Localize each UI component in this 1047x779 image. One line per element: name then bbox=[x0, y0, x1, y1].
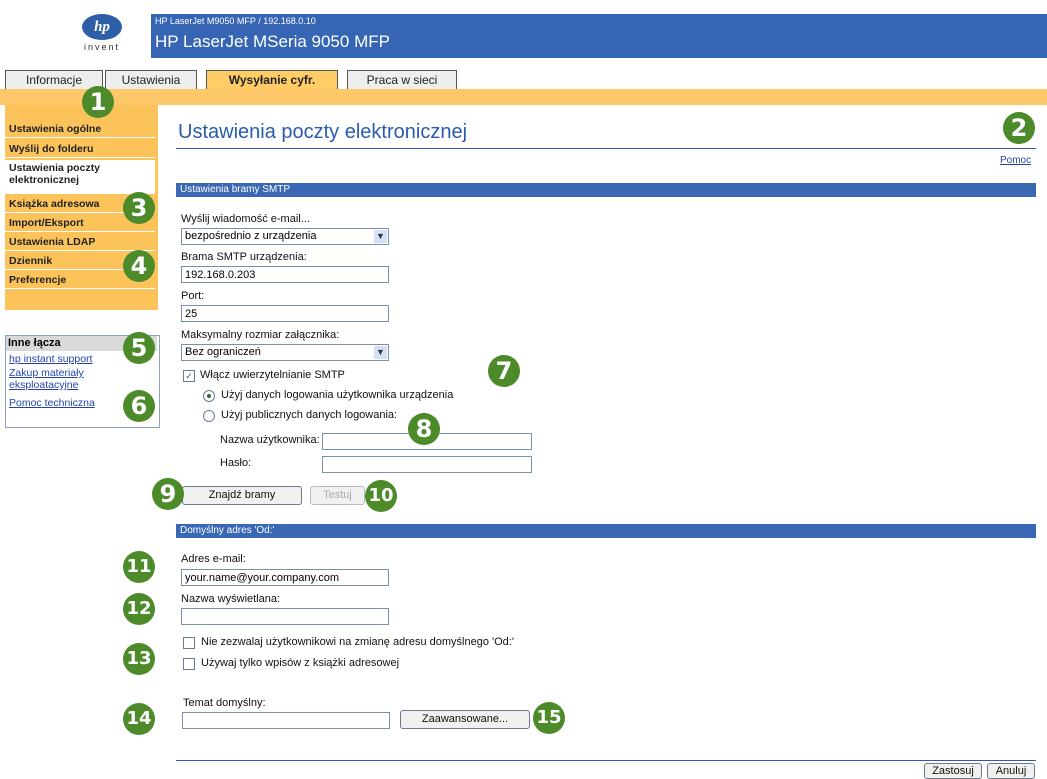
max-attachment-label: Maksymalny rozmiar załącznika: bbox=[181, 329, 340, 341]
port-input[interactable]: 25 bbox=[181, 305, 389, 322]
callout-6: 6 bbox=[123, 390, 155, 422]
from-section-header: Domyślny adres 'Od:' bbox=[176, 524, 1036, 538]
sidebar-item-ustawienia-ogolne[interactable]: Ustawienia ogólne bbox=[5, 121, 155, 138]
enable-smtp-auth-checkbox[interactable]: ✓ bbox=[183, 370, 195, 382]
email-address-label: Adres e-mail: bbox=[181, 553, 246, 565]
callout-13: 13 bbox=[123, 643, 155, 675]
tab-ustawienia[interactable]: Ustawienia bbox=[105, 70, 197, 89]
no-change-from-label: Nie zezwalaj użytkownikowi na zmianę adr… bbox=[201, 636, 514, 648]
only-address-book-label: Używaj tylko wpisów z książki adresowej bbox=[201, 657, 400, 669]
smtp-gateway-input[interactable]: 192.168.0.203 bbox=[181, 266, 389, 283]
callout-3: 3 bbox=[123, 192, 155, 224]
header-bar: HP LaserJet M9050 MFP / 192.168.0.10 HP … bbox=[151, 14, 1047, 58]
help-link[interactable]: Pomoc bbox=[1000, 155, 1031, 166]
chevron-down-icon: ▼ bbox=[374, 346, 387, 359]
display-name-input[interactable] bbox=[181, 608, 389, 625]
callout-2: 2 bbox=[1003, 112, 1035, 144]
link-pomoc-techniczna[interactable]: Pomoc techniczna bbox=[9, 397, 95, 409]
bottom-divider bbox=[176, 760, 1036, 761]
hp-logo-tagline: invent bbox=[83, 42, 121, 52]
sidebar-item-ustawienia-poczty[interactable]: Ustawienia poczty elektronicznej bbox=[5, 160, 155, 194]
hp-logo-mark: hp bbox=[82, 14, 122, 40]
tab-informacje[interactable]: Informacje bbox=[5, 70, 103, 89]
callout-11: 11 bbox=[123, 551, 155, 583]
device-creds-label: Użyj danych logowania użytkownika urządz… bbox=[221, 389, 454, 401]
smtp-section-header: Ustawienia bramy SMTP bbox=[176, 183, 1036, 197]
device-address: HP LaserJet M9050 MFP / 192.168.0.10 bbox=[155, 16, 316, 26]
callout-5: 5 bbox=[123, 332, 155, 364]
sidebar-item-ustawienia-ldap[interactable]: Ustawienia LDAP bbox=[5, 234, 155, 251]
smtp-gateway-label: Brama SMTP urządzenia: bbox=[181, 251, 307, 263]
no-change-from-checkbox[interactable] bbox=[183, 637, 195, 649]
apply-button[interactable]: Zastosuj bbox=[924, 763, 982, 779]
sidebar-item-wyslij-do-folderu[interactable]: Wyślij do folderu bbox=[5, 141, 155, 158]
enable-smtp-auth-label: Włącz uwierzytelnianie SMTP bbox=[200, 369, 345, 381]
device-title: HP LaserJet MSeria 9050 MFP bbox=[155, 32, 390, 51]
max-attachment-value: Bez ograniczeń bbox=[185, 346, 261, 358]
radio-selected-dot bbox=[207, 394, 211, 398]
send-email-label: Wyślij wiadomość e-mail... bbox=[181, 213, 310, 225]
find-gateways-button[interactable]: Znajdź bramy bbox=[182, 486, 302, 505]
page-title: Ustawienia poczty elektronicznej bbox=[178, 121, 468, 143]
port-label: Port: bbox=[181, 290, 205, 302]
default-subject-input[interactable] bbox=[182, 712, 390, 729]
public-creds-radio[interactable] bbox=[203, 410, 215, 422]
public-creds-label: Użyj publicznych danych logowania: bbox=[221, 409, 398, 421]
callout-12: 12 bbox=[123, 593, 155, 625]
chevron-down-icon: ▼ bbox=[374, 230, 387, 243]
tab-praca-w-sieci[interactable]: Praca w sieci bbox=[347, 70, 457, 89]
device-creds-radio[interactable] bbox=[203, 390, 215, 402]
link-hp-instant-support[interactable]: hp instant support bbox=[9, 353, 92, 365]
display-name-label: Nazwa wyświetlana: bbox=[181, 593, 281, 605]
tab-wysylanie-cyfr[interactable]: Wysyłanie cyfr. bbox=[206, 70, 338, 90]
callout-7: 7 bbox=[488, 355, 520, 387]
send-method-select[interactable]: bezpośrednio z urządzenia ▼ bbox=[181, 228, 389, 245]
email-address-input[interactable]: your.name@your.company.com bbox=[181, 569, 389, 586]
hp-logo: hp invent bbox=[71, 14, 133, 52]
default-subject-label: Temat domyślny: bbox=[183, 697, 266, 709]
username-label: Nazwa użytkownika: bbox=[220, 434, 320, 446]
cancel-button[interactable]: Anuluj bbox=[987, 763, 1035, 779]
tab-bar bbox=[0, 89, 1047, 105]
title-divider bbox=[176, 148, 1036, 149]
password-input[interactable] bbox=[322, 456, 532, 473]
callout-15: 15 bbox=[533, 702, 565, 734]
callout-14: 14 bbox=[123, 703, 155, 735]
only-address-book-checkbox[interactable] bbox=[183, 658, 195, 670]
password-label: Hasło: bbox=[220, 457, 252, 469]
callout-10: 10 bbox=[365, 480, 397, 512]
callout-1: 1 bbox=[82, 86, 114, 118]
callout-9: 9 bbox=[152, 478, 184, 510]
send-method-value: bezpośrednio z urządzenia bbox=[185, 230, 317, 242]
test-button[interactable]: Testuj bbox=[310, 486, 365, 505]
max-attachment-select[interactable]: Bez ograniczeń ▼ bbox=[181, 344, 389, 361]
callout-8: 8 bbox=[408, 413, 440, 445]
callout-4: 4 bbox=[123, 250, 155, 282]
advanced-button[interactable]: Zaawansowane... bbox=[400, 710, 530, 729]
link-zakup-materialy[interactable]: Zakup materiały eksploatacyjne bbox=[9, 367, 129, 391]
